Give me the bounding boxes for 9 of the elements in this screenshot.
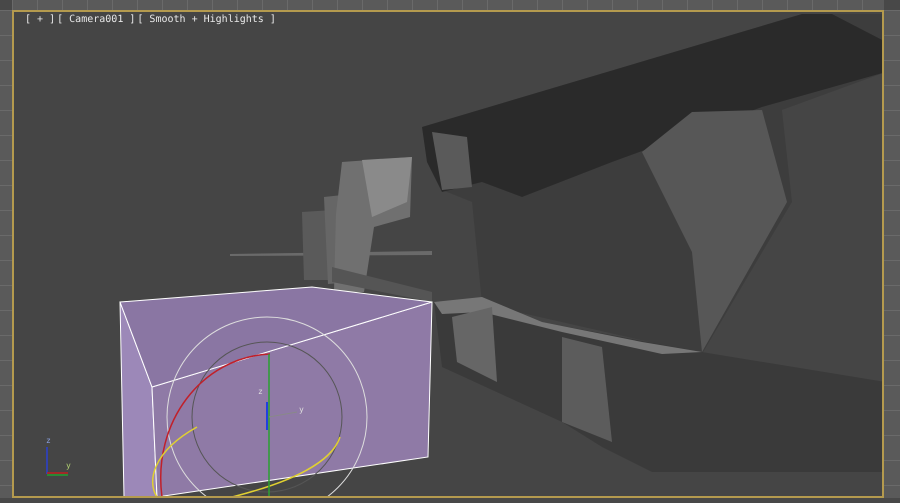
axis-label: z xyxy=(258,387,263,396)
viewport-menu-label[interactable]: [ Camera001 ] xyxy=(56,14,136,25)
axis-label: z xyxy=(46,436,51,445)
viewport-menu-label[interactable]: [ + ] xyxy=(24,14,56,25)
axis-label: y xyxy=(299,405,304,414)
axis-tripod-icon xyxy=(46,447,68,476)
axis-label: y xyxy=(66,461,71,470)
viewport-menu-label[interactable]: [ Smooth + Highlights ] xyxy=(136,14,277,25)
camera-viewport[interactable]: [ + ] [ Camera001 ] [ Smooth + Highlights ] z y z y xyxy=(12,10,884,498)
